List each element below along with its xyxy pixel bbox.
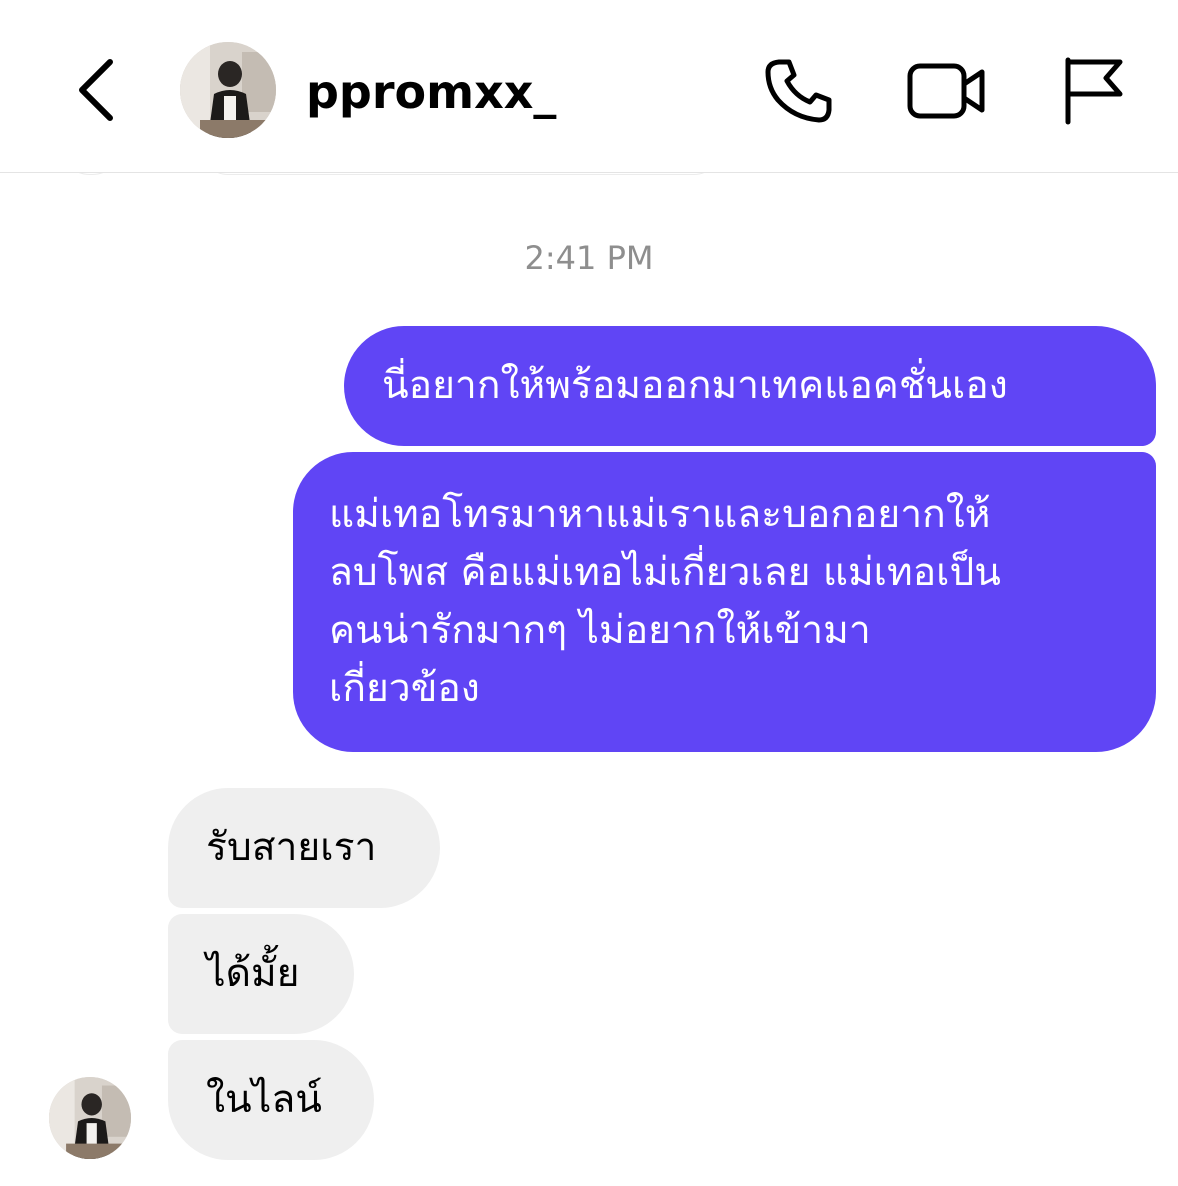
profile-photo-icon [180, 42, 276, 138]
chevron-left-icon[interactable] [64, 52, 124, 128]
phone-icon[interactable] [762, 56, 836, 126]
sender-avatar[interactable] [49, 1077, 131, 1159]
video-camera-icon[interactable] [906, 58, 986, 124]
received-message[interactable]: ได้มั้ย [168, 914, 354, 1034]
avatar[interactable] [180, 42, 276, 138]
sent-message[interactable]: แม่เทอโทรมาหาแม่เราและบอกอยากให้ ลบโพส ค… [293, 452, 1156, 752]
received-message[interactable]: ในไลน์ [168, 1040, 374, 1160]
chat-username[interactable]: ppromxx_ [306, 60, 556, 124]
sent-message[interactable]: นี่อยากให้พร้อมออกมาเทคแอคชั่นเอง [344, 326, 1156, 446]
flag-icon[interactable] [1060, 54, 1126, 126]
received-message[interactable]: รับสายเรา [168, 788, 440, 908]
profile-photo-icon [49, 1077, 131, 1159]
message-timestamp: 2:41 PM [524, 239, 654, 277]
chat-header: ppromxx_ [0, 0, 1178, 173]
